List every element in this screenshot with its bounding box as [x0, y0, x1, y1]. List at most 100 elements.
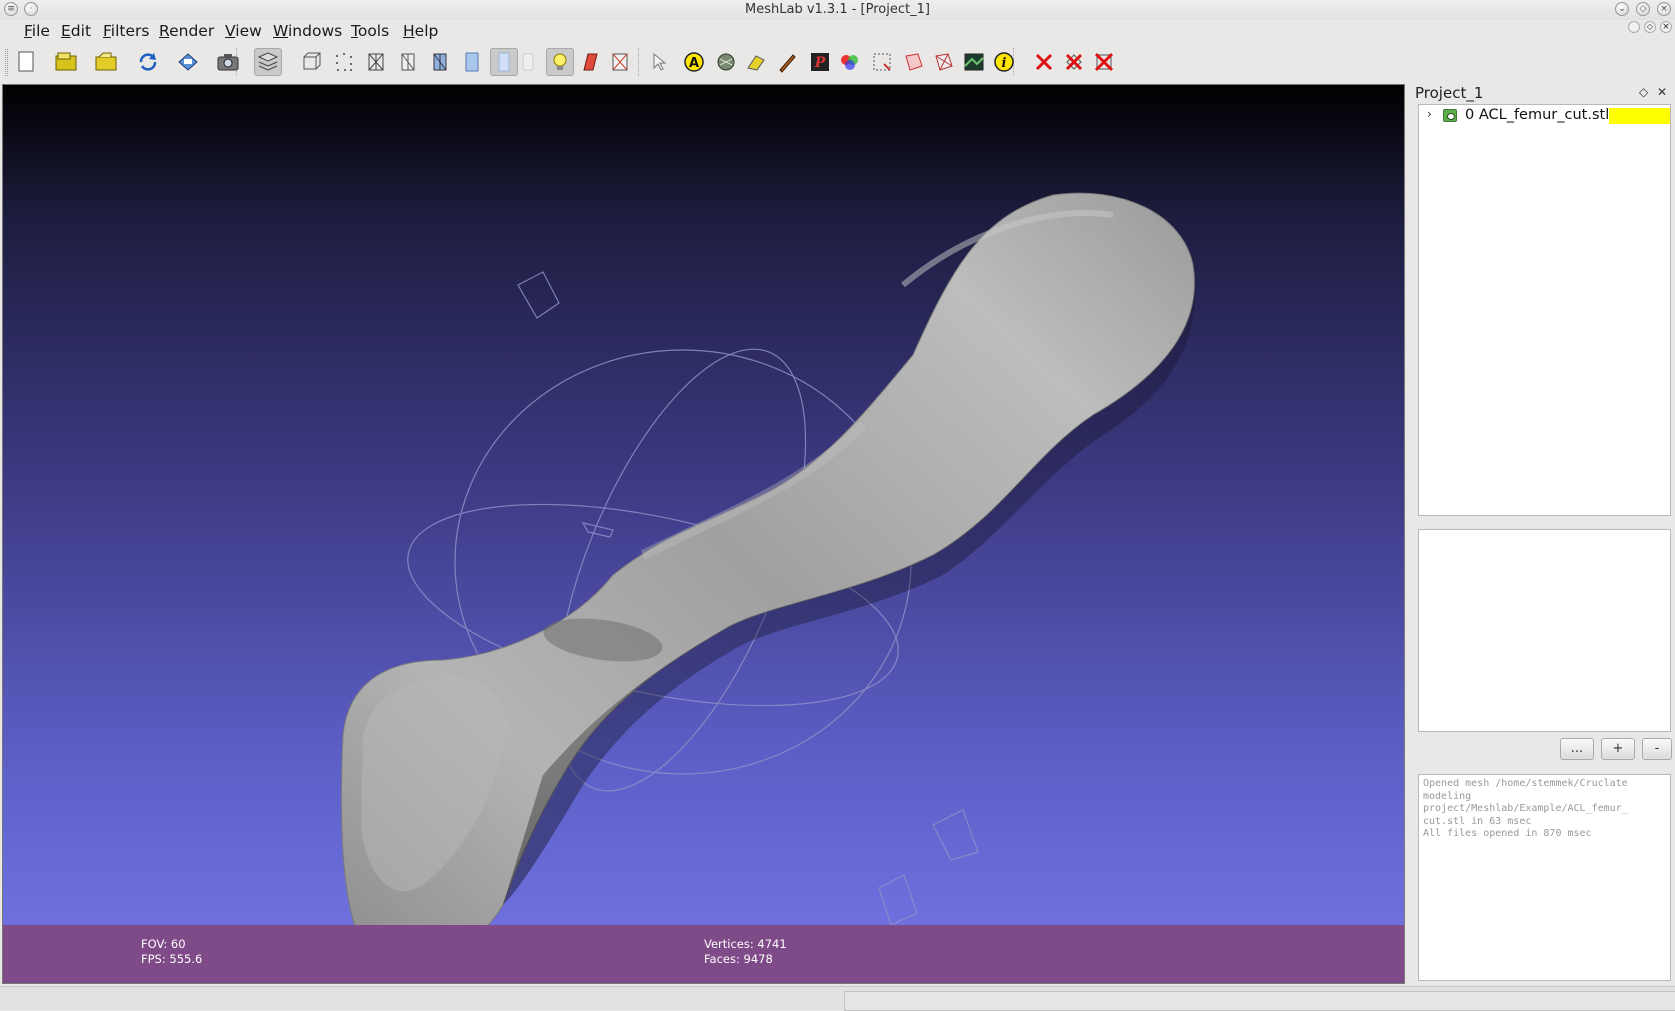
paint-icon[interactable]	[774, 48, 802, 76]
menu-label: ender	[169, 22, 215, 40]
reload-icon[interactable]	[134, 48, 162, 76]
layer-color-swatch	[1609, 108, 1670, 124]
menu-file[interactable]: File	[24, 21, 50, 41]
window-titlebar: ≡ · MeshLab v1.3.1 - [Project_1] ⌄ ◇ ×	[0, 0, 1675, 20]
mesh-scene[interactable]	[3, 85, 1405, 984]
select-faces-icon[interactable]	[900, 48, 928, 76]
measure-icon[interactable]: A	[680, 48, 708, 76]
shade-icon[interactable]: ·	[24, 2, 38, 16]
toolbar-grip[interactable]	[5, 49, 8, 76]
mesh-model	[340, 192, 1196, 975]
double-side-lighting-icon[interactable]	[576, 48, 604, 76]
render-viewport[interactable]: FOV: 60 FPS: 555.6 Vertices: 4741 Faces:…	[2, 84, 1405, 984]
hidden-lines-icon[interactable]	[394, 48, 422, 76]
points-icon[interactable]	[330, 48, 358, 76]
toolbar-separator	[638, 48, 640, 76]
window-menu-icon[interactable]: ≡	[4, 2, 18, 16]
menu-label: elp	[414, 22, 439, 40]
menu-accelerator: T	[351, 22, 358, 40]
delete-faces-icon[interactable]	[1060, 48, 1088, 76]
float-dock-icon[interactable]: ◇	[1639, 85, 1648, 99]
fov-label: FOV: 60	[141, 937, 186, 951]
flat-icon[interactable]	[458, 48, 486, 76]
menu-accelerator: W	[273, 22, 288, 40]
menu-windows[interactable]: Windows	[273, 21, 342, 41]
texture-icon[interactable]	[514, 48, 542, 76]
maximize-icon[interactable]: ◇	[1636, 2, 1650, 16]
status-progress-field	[844, 991, 1675, 1011]
select-icon[interactable]	[645, 48, 673, 76]
align-icon[interactable]	[712, 48, 740, 76]
delete-all-icon[interactable]	[1090, 48, 1118, 76]
delete-vertices-icon[interactable]	[1030, 48, 1058, 76]
view-stats: FOV: 60 FPS: 555.6	[141, 937, 202, 967]
log-line: Opened mesh /home/stemmek/Cruclate	[1423, 778, 1628, 789]
mesh-stats: Vertices: 4741 Faces: 9478	[704, 937, 787, 967]
minimize-icon[interactable]: ⌄	[1615, 2, 1629, 16]
color-icon[interactable]	[836, 48, 864, 76]
import-mesh-icon[interactable]	[92, 48, 120, 76]
log-line: cut.stl in 63 msec	[1423, 815, 1532, 827]
more-button[interactable]: ...	[1560, 738, 1594, 760]
add-button[interactable]: +	[1601, 738, 1635, 760]
svg-text:P: P	[814, 55, 826, 71]
save-icon[interactable]	[174, 48, 202, 76]
select-vertices-icon[interactable]	[868, 48, 896, 76]
menu-label: indows	[288, 22, 343, 40]
pickpoints-icon[interactable]: P	[806, 48, 834, 76]
fancy-lighting-icon[interactable]	[606, 48, 634, 76]
main-toolbar: A Pi	[0, 42, 1675, 82]
light-on-icon[interactable]	[546, 48, 574, 76]
close-dock-icon[interactable]: ✕	[1657, 85, 1667, 99]
layer-dialog: Project_1 ◇ ✕ › 0 ACL_femur_cut.stl ... …	[1411, 82, 1675, 986]
manipulator-icon[interactable]	[742, 48, 770, 76]
new-project-icon[interactable]	[12, 48, 40, 76]
menu-help[interactable]: Help	[403, 21, 438, 41]
menu-filters[interactable]: Filters	[103, 21, 149, 41]
decorator-parameters-box	[1418, 529, 1671, 732]
menu-accelerator: F	[103, 22, 111, 40]
raster-icon[interactable]	[960, 48, 988, 76]
bounding-box-icon[interactable]	[298, 48, 326, 76]
layer-row[interactable]: › 0 ACL_femur_cut.stl	[1419, 107, 1670, 125]
fps-label: FPS: 555.6	[141, 952, 203, 966]
femur-surface	[340, 192, 1195, 975]
menu-tools[interactable]: Tools	[351, 21, 389, 41]
menu-label: ools	[357, 22, 390, 40]
menu-render[interactable]: Render	[159, 21, 214, 41]
remove-button[interactable]: -	[1642, 738, 1672, 760]
svg-text:A: A	[689, 56, 699, 71]
log-area[interactable]: Opened mesh /home/stemmek/Cruclate model…	[1418, 774, 1671, 981]
info-icon[interactable]: i	[990, 48, 1018, 76]
status-bar	[0, 986, 1675, 1011]
wireframe-icon[interactable]	[362, 48, 390, 76]
menu-label: ile	[31, 22, 50, 40]
menu-edit[interactable]: Edit	[61, 21, 91, 41]
menu-label: ilters	[110, 22, 150, 40]
trackball-marker	[878, 874, 918, 926]
menu-view[interactable]: View	[225, 21, 262, 41]
expand-arrow-icon[interactable]: ›	[1427, 107, 1432, 121]
window-title: MeshLab v1.3.1 - [Project_1]	[745, 2, 930, 17]
layer-list[interactable]: › 0 ACL_femur_cut.stl	[1418, 104, 1671, 516]
snapshot-icon[interactable]	[214, 48, 242, 76]
trackball-marker	[581, 522, 614, 538]
layer-dialog-title: Project_1	[1415, 84, 1484, 102]
viewport-info-bar: FOV: 60 FPS: 555.6 Vertices: 4741 Faces:…	[3, 925, 1404, 983]
show-layers-icon[interactable]	[254, 48, 282, 76]
log-line: project/Meshlab/Example/ACL_femur_	[1423, 803, 1628, 814]
menu-label: iew	[235, 22, 262, 40]
log-line: All files opened in 870 msec	[1423, 828, 1592, 839]
menu-label: dit	[70, 22, 92, 40]
flat-lines-icon[interactable]	[426, 48, 454, 76]
layer-name: 0 ACL_femur_cut.stl	[1465, 107, 1610, 123]
close-icon[interactable]: ×	[1657, 2, 1671, 16]
select-connected-icon[interactable]	[930, 48, 958, 76]
vertices-label: Vertices: 4741	[704, 937, 787, 951]
trackball-marker	[517, 271, 560, 319]
visibility-eye-icon[interactable]	[1443, 109, 1457, 122]
menu-accelerator: H	[403, 22, 415, 40]
log-line: modeling	[1423, 790, 1472, 802]
trackball-marker	[932, 809, 979, 861]
open-project-icon[interactable]	[52, 48, 80, 76]
